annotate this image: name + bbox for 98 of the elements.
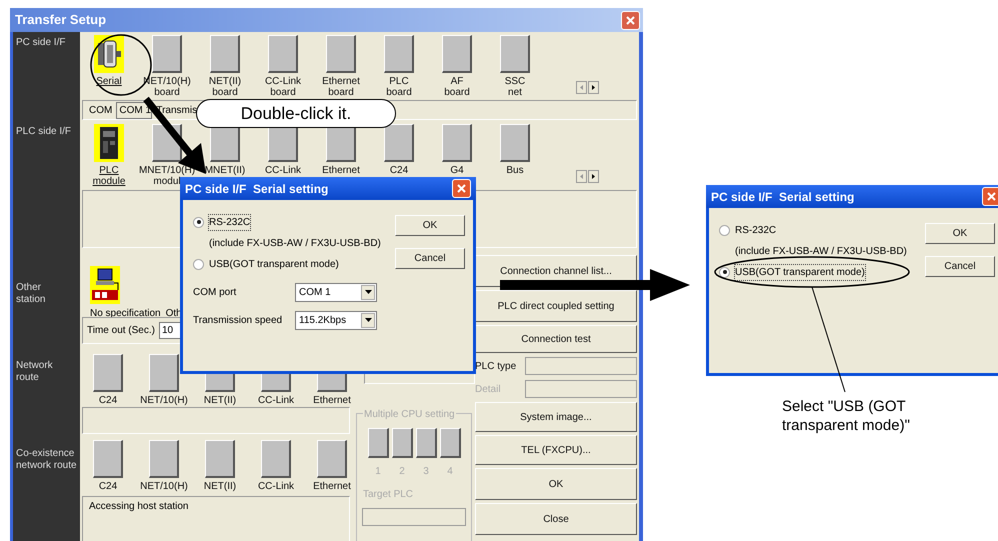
blank-tile-icon[interactable] <box>500 35 530 73</box>
device-label: CC-Link <box>264 165 302 176</box>
device-label: CC-Link <box>258 395 294 406</box>
field-label: PLC type <box>475 360 518 374</box>
cpu-number: 1 <box>375 465 381 479</box>
window-title: Transfer Setup <box>14 11 106 30</box>
radio-button[interactable] <box>193 258 204 270</box>
blank-tile-icon[interactable] <box>210 35 240 73</box>
radio-button[interactable] <box>719 266 730 278</box>
timeout-label: Time out (Sec.) <box>87 324 155 338</box>
device-label: Bus <box>506 165 524 176</box>
computer-icon[interactable] <box>90 266 120 304</box>
radio-button[interactable] <box>193 216 204 228</box>
device-label: NET/10(H) <box>140 481 188 492</box>
note-text: (include FX-USB-AW / FX3U-USB-BD) <box>208 236 382 250</box>
blank-tile-icon[interactable] <box>384 124 414 162</box>
scroll-right-icon[interactable] <box>588 81 599 94</box>
button[interactable]: System image... <box>475 402 637 432</box>
cpu-number: 4 <box>447 465 453 479</box>
blank-tile-icon[interactable] <box>205 440 235 478</box>
button[interactable]: Cancel <box>395 248 465 269</box>
button[interactable]: TEL (FXCPU)... <box>475 435 637 465</box>
radio-button[interactable] <box>719 224 730 236</box>
device-label: NET(II) <box>204 395 236 406</box>
device-label: CC-Link board <box>264 76 302 98</box>
blank-tile-icon[interactable] <box>500 124 530 162</box>
caret-icon[interactable] <box>361 284 375 300</box>
device-label: Ethernet <box>313 395 351 406</box>
dropdown[interactable]: COM 1 <box>295 282 377 302</box>
radio-label: RS-232C <box>735 224 776 238</box>
device-label: Ethernet <box>313 481 351 492</box>
blank-tile-icon[interactable] <box>326 35 356 73</box>
plc-module-icon[interactable] <box>94 124 124 162</box>
device-label: NET(II) board <box>208 76 242 98</box>
button[interactable]: Close <box>475 503 637 535</box>
close-icon[interactable] <box>982 187 998 206</box>
blank-tile-icon[interactable] <box>152 35 182 73</box>
note-text: (include FX-USB-AW / FX3U-USB-BD) <box>734 244 908 258</box>
device-label: NET/10(H) <box>140 395 188 406</box>
section-label: Co-existence network route <box>15 448 78 472</box>
device-label: PLC module <box>92 165 126 187</box>
field-label: Detail <box>475 382 502 396</box>
cpu-number: 2 <box>399 465 405 479</box>
device-label: PLC board <box>386 76 412 98</box>
device-label: C24 <box>98 395 118 406</box>
blank-tile-icon[interactable] <box>384 35 414 73</box>
blank-tile-icon[interactable] <box>93 440 123 478</box>
radio-label: USB(GOT transparent mode) <box>735 264 865 280</box>
callout-text: Select "USB (GOT transparent mode)" <box>782 397 911 435</box>
section-label: Network route <box>15 360 54 384</box>
button[interactable]: PLC direct coupled setting <box>475 290 637 322</box>
status-text: Accessing host station <box>89 500 190 514</box>
blank-tile-icon[interactable] <box>442 35 472 73</box>
device-label: C24 <box>390 165 408 176</box>
device-label: NET(II) <box>204 481 236 492</box>
target-plc-label: Target PLC <box>363 488 414 502</box>
device-label: G4 <box>450 165 464 176</box>
blank-tile-icon[interactable] <box>149 440 179 478</box>
button[interactable]: OK <box>395 215 465 236</box>
button[interactable]: OK <box>925 223 995 244</box>
close-icon[interactable] <box>621 10 640 30</box>
dialog-title: PC side I/F Serial setting <box>711 188 854 206</box>
field-label: COM port <box>193 286 238 300</box>
section-label: PLC side I/F <box>15 126 72 138</box>
blank-tile-icon[interactable] <box>442 124 472 162</box>
scroll-right-icon[interactable] <box>588 170 599 183</box>
device-label: AF board <box>444 76 470 98</box>
caret-icon[interactable] <box>361 312 375 328</box>
cpu-number: 3 <box>423 465 429 479</box>
device-label: Serial <box>96 76 122 87</box>
radio-label: USB(GOT transparent mode) <box>209 258 339 272</box>
device-label: SSC net <box>504 76 526 98</box>
serial-connector-icon[interactable] <box>94 35 124 73</box>
callout-bubble: Double-click it. <box>196 99 396 128</box>
dropdown[interactable]: 115.2Kbps <box>295 310 377 330</box>
blank-tile-icon[interactable] <box>261 440 291 478</box>
radio-label: RS-232C <box>209 214 250 230</box>
blank-tile-icon[interactable] <box>317 440 347 478</box>
button[interactable]: Connection test <box>475 325 637 353</box>
device-label: C24 <box>98 481 118 492</box>
device-label: MNET(II) <box>204 165 246 176</box>
section-label: Other station <box>15 282 46 306</box>
close-icon[interactable] <box>452 179 471 198</box>
input-field[interactable] <box>525 380 637 398</box>
input-field[interactable] <box>525 357 637 375</box>
device-label: Ethernet <box>322 165 360 176</box>
dialog-title: PC side I/F Serial setting <box>185 180 328 198</box>
device-label: No specification <box>90 307 161 321</box>
blank-tile-icon[interactable] <box>93 354 123 392</box>
group-title: Multiple CPU setting <box>363 407 456 422</box>
blank-tile-icon[interactable] <box>149 354 179 392</box>
device-label: CC-Link <box>258 481 294 492</box>
device-label: Ethernet board <box>322 76 360 98</box>
section-label: PC side I/F <box>15 37 66 49</box>
button[interactable]: Cancel <box>925 256 995 277</box>
blank-tile-icon[interactable] <box>268 35 298 73</box>
com-label: COM <box>89 104 112 118</box>
button[interactable]: OK <box>475 468 637 500</box>
